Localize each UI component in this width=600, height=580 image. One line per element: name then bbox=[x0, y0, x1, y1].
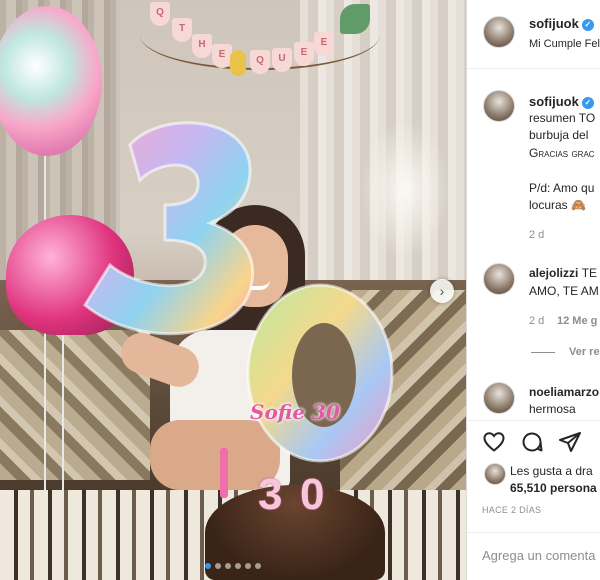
carousel-dots bbox=[205, 563, 261, 569]
caption-line: P/d: Amo qu bbox=[529, 181, 595, 195]
candle-number: 3 bbox=[258, 470, 283, 519]
carousel-dot bbox=[255, 563, 261, 569]
chevron-right-icon: › bbox=[439, 283, 445, 299]
caption-line: Gracias grac bbox=[529, 146, 595, 160]
liker-avatar[interactable] bbox=[484, 463, 506, 485]
caption-username[interactable]: sofijuok✓ I bbox=[529, 94, 600, 109]
next-photo-button[interactable]: › bbox=[430, 279, 454, 303]
carousel-dot bbox=[225, 563, 231, 569]
candle bbox=[220, 448, 228, 498]
verified-badge-icon: ✓ bbox=[581, 19, 594, 31]
garland-flag: E bbox=[314, 32, 334, 56]
pineapple-decoration bbox=[230, 50, 246, 76]
garland-flag: E bbox=[212, 44, 232, 68]
candle-number: 0 bbox=[300, 470, 325, 519]
header-username[interactable]: sofijuok ✓ bbox=[529, 16, 594, 31]
commenter-avatar[interactable] bbox=[483, 263, 515, 295]
number-0-balloon bbox=[246, 283, 394, 463]
caption-line: burbuja del bbox=[529, 128, 589, 142]
comment-username[interactable]: alejolizzi TE bbox=[529, 266, 597, 280]
carousel-dot bbox=[245, 563, 251, 569]
caption-time[interactable]: 2 d bbox=[529, 229, 544, 241]
palm-leaf-decoration bbox=[340, 4, 370, 34]
post-side-panel: sofijuok✓ Mi Cumple Fel sofijuok✓ I resu… bbox=[466, 0, 600, 580]
view-replies-line bbox=[531, 352, 555, 353]
comment-username-text[interactable]: alejolizzi bbox=[529, 266, 578, 280]
view-replies-button[interactable]: Ver re bbox=[569, 346, 600, 358]
comment-username[interactable]: noeliamarzo bbox=[529, 385, 599, 399]
garland-flag: Q bbox=[150, 2, 170, 26]
window-light bbox=[360, 120, 450, 260]
carousel-dot bbox=[205, 563, 211, 569]
carousel-dot bbox=[235, 563, 241, 569]
balloon-string bbox=[62, 320, 64, 490]
share-icon[interactable] bbox=[558, 430, 582, 454]
comment-likes[interactable]: 12 Me g bbox=[557, 315, 597, 327]
caption-line: locuras 🙈 bbox=[529, 198, 586, 212]
post-photo[interactable]: Q T H E Q U E E Sofie 30 3 0 › bbox=[0, 0, 466, 580]
comment-time[interactable]: 2 d bbox=[529, 315, 544, 327]
likes-count[interactable]: 65,510 persona bbox=[510, 480, 597, 496]
posted-time[interactable]: HACE 2 DÍAS bbox=[482, 505, 541, 515]
header-username-text[interactable]: sofijuok bbox=[529, 16, 579, 31]
header-divider bbox=[467, 68, 600, 69]
add-comment-input[interactable]: Agrega un comenta bbox=[482, 548, 595, 563]
cake-topper: Sofie 30 bbox=[250, 400, 340, 424]
garland-flag: T bbox=[172, 18, 192, 42]
carousel-dot bbox=[215, 563, 221, 569]
comment-text: TE bbox=[581, 266, 598, 280]
post-location[interactable]: Mi Cumple Fel bbox=[529, 36, 600, 52]
author-avatar[interactable] bbox=[483, 16, 515, 48]
garland-flag: Q bbox=[250, 50, 270, 74]
heart-icon[interactable] bbox=[482, 430, 506, 454]
garland-flag: U bbox=[272, 48, 292, 72]
caption-username-text[interactable]: sofijuok bbox=[529, 94, 579, 109]
garland-flag: H bbox=[192, 34, 212, 58]
likes-line[interactable]: Les gusta a dra bbox=[510, 463, 593, 479]
comment-text: hermosa bbox=[529, 402, 576, 416]
comment-box-divider bbox=[467, 532, 600, 533]
caption-avatar[interactable] bbox=[483, 90, 515, 122]
commenter-avatar[interactable] bbox=[483, 382, 515, 414]
garland-flag: E bbox=[294, 42, 314, 66]
comment-icon[interactable] bbox=[520, 430, 544, 454]
caption-line: resumen TO bbox=[529, 111, 596, 125]
actions-divider bbox=[467, 420, 600, 421]
comment-text: AMO, TE AM bbox=[529, 284, 599, 298]
verified-badge-icon: ✓ bbox=[581, 97, 594, 109]
